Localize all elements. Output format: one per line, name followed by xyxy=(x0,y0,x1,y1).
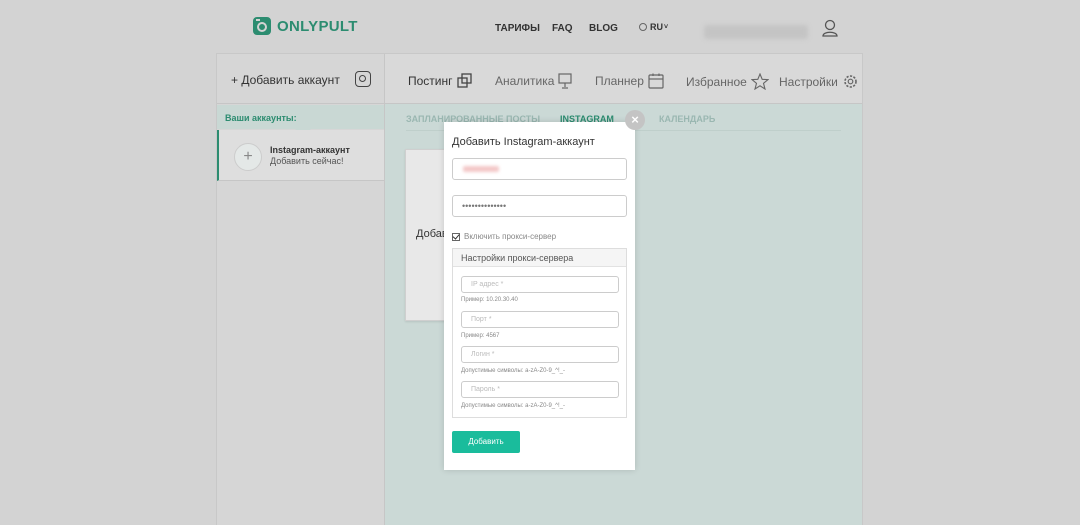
username-redacted xyxy=(463,166,499,172)
proxy-password-input[interactable]: Пароль * xyxy=(461,381,619,398)
instagram-icon[interactable] xyxy=(355,71,371,87)
sidebar: + Добавить аккаунт Ваши аккаунты: + Inst… xyxy=(217,54,385,525)
tab-posting-label: Постинг xyxy=(408,74,453,88)
modal-title: Добавить Instagram-аккаунт xyxy=(452,136,595,148)
subtab-calendar[interactable]: КАЛЕНДАРЬ xyxy=(659,114,715,124)
tab-analytics[interactable]: Аналитика xyxy=(495,73,573,89)
accounts-label: Ваши аккаунты: xyxy=(225,113,297,123)
proxy-port-input[interactable]: Порт * xyxy=(461,311,619,328)
proxy-ip-input[interactable]: IP адрес * xyxy=(461,276,619,293)
tab-planner[interactable]: Планнер xyxy=(595,73,664,89)
add-account-bar[interactable]: + Добавить аккаунт xyxy=(217,54,384,104)
logo-text: ONLYPULT xyxy=(277,17,358,35)
tab-planner-label: Планнер xyxy=(595,74,644,88)
proxy-login-hint: Допустимые символы: a-zA-Z0-9_^!_- xyxy=(461,368,565,374)
user-icon[interactable] xyxy=(822,19,838,37)
site-header: ONLYPULT ТАРИФЫ FAQ BLOG RU ˅ xyxy=(0,0,1080,54)
proxy-checkbox-label: Включить прокси-сервер xyxy=(464,232,557,241)
proxy-checkbox[interactable] xyxy=(452,232,460,241)
add-instagram-modal: Добавить Instagram-аккаунт •••••••••••••… xyxy=(444,122,635,470)
chevron-down-icon: ˅ xyxy=(664,23,669,31)
gear-icon xyxy=(844,75,857,88)
proxy-ip-hint: Пример: 10.20.30.40 xyxy=(461,297,518,303)
tab-posting[interactable]: Постинг xyxy=(408,73,473,89)
presentation-icon xyxy=(558,73,573,89)
proxy-port-hint: Пример: 4567 xyxy=(461,333,500,339)
proxy-settings-header: Настройки прокси-сервера xyxy=(453,249,626,267)
proxy-login-input[interactable]: Логин * xyxy=(461,346,619,363)
username-field[interactable] xyxy=(452,158,627,180)
accounts-header: Ваши аккаунты: xyxy=(217,105,384,129)
tab-analytics-label: Аналитика xyxy=(495,74,555,88)
logo[interactable]: ONLYPULT xyxy=(253,17,358,35)
tab-bar: Постинг Аналитика Планнер Избранное Наст… xyxy=(385,54,862,104)
account-name: Instagram-аккаунт xyxy=(270,145,350,155)
nav-faq-link[interactable]: FAQ xyxy=(552,23,573,34)
tab-favorites[interactable]: Избранное xyxy=(686,73,769,90)
plus-icon: + xyxy=(234,143,262,171)
nav-pricing-link[interactable]: ТАРИФЫ xyxy=(495,23,540,34)
language-selector[interactable]: RU ˅ xyxy=(639,22,668,32)
language-label: RU xyxy=(650,22,663,32)
password-field[interactable]: •••••••••••••• xyxy=(452,195,627,217)
globe-icon xyxy=(639,23,647,31)
calendar-icon xyxy=(648,73,664,89)
tab-settings[interactable]: Настройки xyxy=(779,73,859,90)
nav-blog-link[interactable]: BLOG xyxy=(589,23,618,34)
tab-settings-label: Настройки xyxy=(779,74,838,89)
proxy-settings-panel: Настройки прокси-сервера IP адрес * Прим… xyxy=(452,248,627,418)
copy-icon xyxy=(456,73,472,88)
star-icon xyxy=(750,73,769,90)
tab-favorites-label: Избранное xyxy=(686,74,747,89)
account-item[interactable]: + Instagram-аккаунт Добавить сейчас! xyxy=(217,130,384,181)
proxy-password-hint: Допустимые символы: a-zA-Z0-9_^!_- xyxy=(461,403,565,409)
add-account-button[interactable]: + Добавить аккаунт xyxy=(231,73,340,87)
user-email-redacted xyxy=(704,25,808,39)
account-subtitle: Добавить сейчас! xyxy=(270,156,344,166)
close-icon[interactable]: × xyxy=(625,110,645,130)
proxy-toggle-row[interactable]: Включить прокси-сервер xyxy=(452,232,556,241)
add-account-submit-button[interactable]: Добавить xyxy=(452,431,520,453)
camera-logo-icon xyxy=(253,17,271,35)
